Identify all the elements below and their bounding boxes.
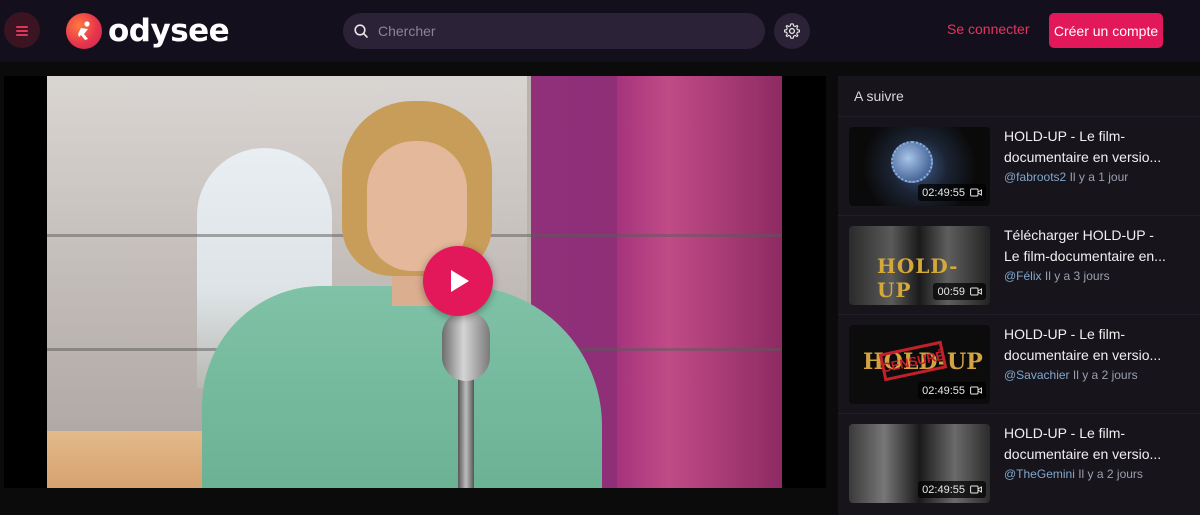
upload-time: Il y a 2 jours — [1072, 368, 1138, 382]
settings-button[interactable] — [774, 13, 810, 49]
video-title-line: HOLD-UP - Le film- — [1004, 128, 1126, 144]
top-header: odysee Se connecter Créer un compte — [0, 0, 1200, 62]
odysee-logo[interactable]: odysee — [66, 12, 230, 50]
video-title[interactable]: HOLD-UP - Le film- documentaire en versi… — [1004, 423, 1184, 465]
video-thumbnail[interactable]: HOLD-UP CENSURÉ 02:49:55 — [849, 325, 990, 404]
video-title-line: HOLD-UP - Le film- — [1004, 425, 1126, 441]
presenter-body — [202, 286, 602, 488]
channel-link[interactable]: @TheGemini — [1004, 467, 1075, 481]
video-camera-icon — [970, 485, 982, 494]
list-item[interactable]: HOLD-UP CENSURÉ 02:49:55 HOLD-UP - Le fi… — [838, 314, 1200, 412]
duration-text: 02:49:55 — [922, 483, 965, 496]
logo-text: odysee — [108, 13, 230, 49]
video-frame[interactable] — [47, 76, 782, 488]
video-thumbnail[interactable]: HOLD-UP 00:59 — [849, 226, 990, 305]
video-title[interactable]: Télécharger HOLD-UP - Le film-documentai… — [1004, 225, 1184, 267]
duration-badge: 02:49:55 — [918, 481, 986, 498]
video-title-line: HOLD-UP - Le film- — [1004, 326, 1126, 342]
video-thumbnail[interactable]: 02:49:55 — [849, 424, 990, 503]
video-title-line: Le film-documentaire en... — [1004, 248, 1166, 264]
upload-time: Il y a 3 jours — [1044, 269, 1110, 283]
video-title[interactable]: HOLD-UP - Le film- documentaire en versi… — [1004, 126, 1184, 168]
video-camera-icon — [970, 188, 982, 197]
hamburger-icon — [16, 25, 28, 36]
list-item[interactable]: HOLD-UP 00:59 Télécharger HOLD-UP - Le f… — [838, 215, 1200, 313]
search-input[interactable] — [378, 23, 748, 39]
search-bar[interactable] — [343, 13, 765, 49]
video-meta: @Félix Il y a 3 jours — [1004, 269, 1110, 283]
gear-icon — [784, 23, 800, 39]
duration-text: 00:59 — [937, 285, 965, 298]
video-title[interactable]: HOLD-UP - Le film- documentaire en versi… — [1004, 324, 1184, 366]
video-player[interactable] — [4, 76, 826, 488]
odysee-logo-icon — [66, 13, 102, 49]
upload-time: Il y a 2 jours — [1078, 467, 1143, 481]
duration-text: 02:49:55 — [922, 384, 965, 397]
signup-button[interactable]: Créer un compte — [1049, 13, 1163, 48]
video-meta: @TheGemini Il y a 2 jours — [1004, 467, 1143, 481]
microphone — [442, 311, 490, 381]
channel-link[interactable]: @fabroots2 — [1004, 170, 1066, 184]
upload-time: Il y a 1 jour — [1069, 170, 1129, 184]
microphone-stand — [458, 376, 474, 488]
video-camera-icon — [970, 386, 982, 395]
channel-link[interactable]: @Félix — [1004, 269, 1042, 283]
virus-graphic — [891, 141, 933, 183]
duration-badge: 02:49:55 — [918, 382, 986, 399]
video-title-line: Télécharger HOLD-UP - — [1004, 227, 1154, 243]
up-next-sidebar: A suivre 02:49:55 HOLD-UP - Le film- doc… — [838, 76, 1200, 515]
duration-badge: 00:59 — [933, 283, 986, 300]
menu-button[interactable] — [4, 12, 40, 48]
list-item[interactable]: 02:49:55 HOLD-UP - Le film- documentaire… — [838, 116, 1200, 214]
channel-link[interactable]: @Savachier — [1004, 368, 1070, 382]
up-next-title: A suivre — [854, 88, 904, 104]
video-camera-icon — [970, 287, 982, 296]
signin-link[interactable]: Se connecter — [947, 21, 1030, 37]
search-icon — [354, 24, 368, 38]
video-meta: @fabroots2 Il y a 1 jour — [1004, 170, 1128, 184]
video-title-line: documentaire en versio... — [1004, 347, 1162, 363]
video-meta: @Savachier Il y a 2 jours — [1004, 368, 1138, 382]
video-title-line: documentaire en versio... — [1004, 149, 1162, 165]
censored-stamp: CENSURÉ — [878, 340, 948, 382]
play-button[interactable] — [423, 246, 493, 316]
duration-badge: 02:49:55 — [918, 184, 986, 201]
list-item[interactable]: 02:49:55 HOLD-UP - Le film- documentaire… — [838, 413, 1200, 511]
video-title-line: documentaire en versio... — [1004, 446, 1162, 462]
video-thumbnail[interactable]: 02:49:55 — [849, 127, 990, 206]
duration-text: 02:49:55 — [922, 186, 965, 199]
play-icon — [451, 270, 469, 292]
